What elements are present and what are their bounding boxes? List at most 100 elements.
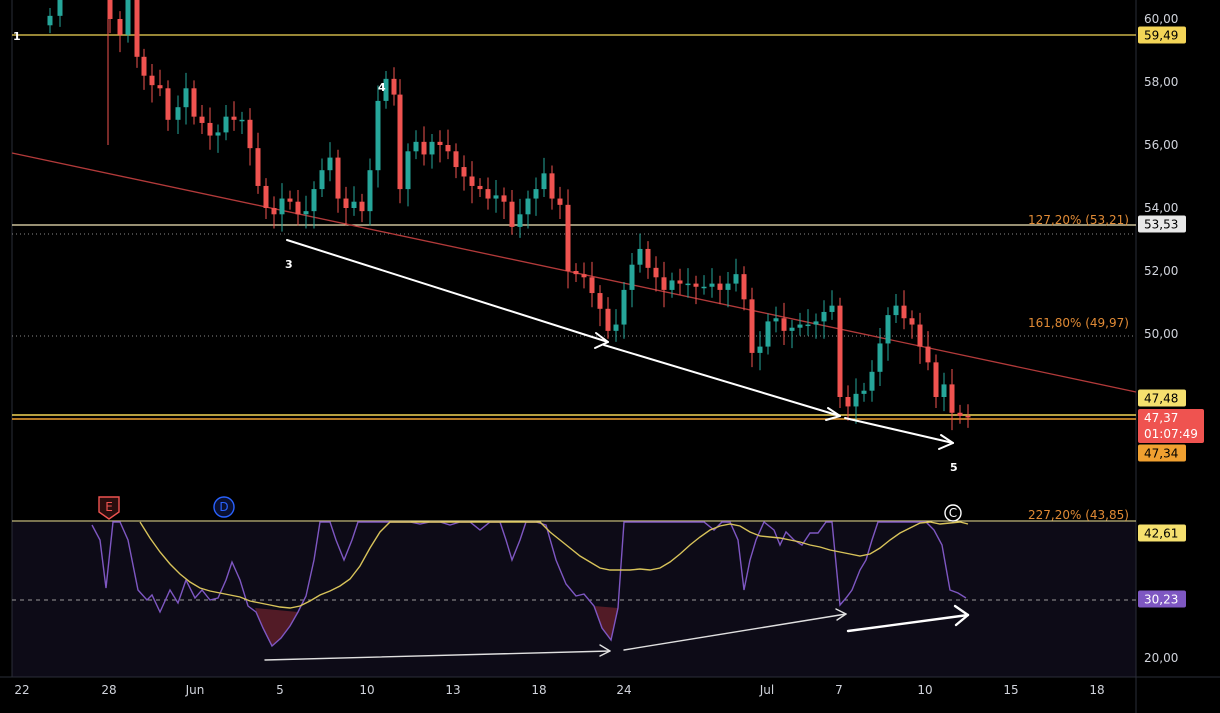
candle-body [405,151,411,190]
oscillator-axis: 20,00 [1144,651,1178,665]
candle-body [661,277,667,290]
time-tick-label: 13 [445,683,460,697]
candle-body [821,311,827,322]
candle-body [375,100,381,171]
price-tag-label: 53,53 [1144,218,1178,232]
candle-body [669,280,675,290]
candle-body [287,198,293,202]
candle-body [271,208,277,215]
candle-body [311,189,317,212]
candle-body [621,289,627,325]
candle-body [557,198,563,205]
candle-body [805,324,811,327]
candle-body [57,0,63,16]
candle [397,79,403,204]
candle-body [877,343,883,372]
price-tick-label: 56,00 [1144,138,1178,152]
candle-body [485,189,491,199]
time-tick-label: Jul [759,683,774,697]
candle-body [893,305,899,316]
candle-body [597,293,603,309]
candle-body [295,201,301,215]
candle-body [453,151,459,168]
time-tick-label: 18 [531,683,546,697]
candle-body [477,185,483,190]
candle-body [781,318,787,331]
candle-body [749,299,755,353]
candle-body [565,204,571,271]
countdown-label: 01:07:49 [1144,427,1198,441]
candle-body [125,0,131,35]
candle-body [134,0,140,57]
candle-body [637,248,643,265]
candle-body [933,362,939,397]
candle-body [541,173,547,190]
candle-body [117,19,123,35]
candle-body [175,107,181,120]
candle-body [391,78,397,95]
candle-body [901,305,907,319]
candle-body [709,283,715,287]
candle-body [629,264,635,290]
candle-body [741,274,747,300]
time-tick-label: 28 [101,683,116,697]
time-tick-label: 24 [616,683,631,697]
price-tag-label: 47,34 [1144,447,1178,461]
oscillator-tag-label: 30,23 [1144,593,1178,607]
price-tag-label: 47,48 [1144,392,1178,406]
candle-body [525,198,531,215]
candle-body [223,116,229,133]
candle-body [319,170,325,190]
time-tick-label: 5 [276,683,284,697]
candle-body [239,119,245,122]
candle-body [199,116,205,123]
candle-body [797,324,803,328]
wave-label-5: 5 [950,461,958,474]
oscillator-tag-label: 42,61 [1144,527,1178,541]
candle-body [303,211,309,215]
candle-body [789,327,795,331]
candle-body [917,324,923,347]
candle-body [829,305,835,312]
candle-body [549,173,555,199]
candle-body [421,141,427,155]
candle-body [613,324,619,331]
price-tag-label: 47,37 [1144,411,1178,425]
candle-body [157,85,163,89]
candle-body [965,415,971,418]
time-tick-label: 10 [917,683,932,697]
candle-body [397,94,403,190]
time-tick-label: 22 [14,683,29,697]
price-tick-label: 58,00 [1144,75,1178,89]
candle-body [717,283,723,290]
fib-label-127: 127,20% (53,21) [1028,213,1129,227]
candle-body [653,267,659,278]
fib-label-161: 161,80% (49,97) [1028,316,1129,330]
event-marker-c[interactable]: C [944,504,962,522]
oscillator-tick-label: 20,00 [1144,651,1178,665]
candle-body [845,397,851,407]
candle-body [645,248,651,268]
candle-body [149,75,155,86]
candle-body [141,56,147,76]
candle-body [589,277,595,294]
candle-body [255,148,261,186]
candle-body [215,132,221,136]
svg-text:C: C [949,506,957,520]
candle-body [701,286,707,289]
candle-body [343,198,349,208]
time-tick-label: 10 [359,683,374,697]
candle-body [685,283,691,286]
chart-canvas[interactable]: 1 3 4 5 127,20% (53,21) 161,80% (49,97) … [0,0,1220,713]
candle-body [247,119,253,149]
candle-body [509,201,515,227]
dividend-marker[interactable]: D [213,496,235,518]
candle-body [445,145,451,152]
candle-body [941,384,947,397]
candle-body [693,283,699,287]
candle-body [813,321,819,325]
time-tick-label: 15 [1003,683,1018,697]
candle-body [207,122,213,136]
candle-body [107,0,113,19]
candle-body [765,321,771,347]
